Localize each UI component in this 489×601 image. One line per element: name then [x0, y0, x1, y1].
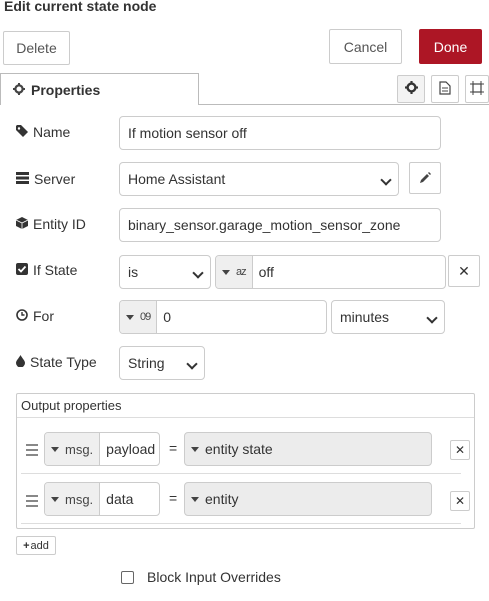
caret-down-icon: [191, 496, 199, 502]
block-input-label: Block Input Overrides: [147, 569, 281, 585]
output-row-type-select[interactable]: msg.: [45, 483, 101, 515]
equals-sign: =: [169, 440, 178, 456]
remove-row-button[interactable]: ✕: [450, 440, 470, 460]
drag-handle-icon[interactable]: [26, 495, 38, 510]
entity-label: Entity ID: [15, 216, 86, 232]
cube-icon: [15, 216, 33, 232]
name-input[interactable]: If motion sensor off: [119, 116, 441, 150]
checkbox-checked-icon: [16, 262, 33, 278]
plus-icon: +: [23, 539, 30, 552]
tab-properties[interactable]: Properties: [0, 73, 199, 105]
output-row-value-select[interactable]: entity: [184, 482, 432, 516]
caret-down-icon: [126, 314, 134, 320]
output-row-property-input[interactable]: msg. data: [44, 482, 160, 516]
add-output-button[interactable]: + add: [16, 536, 56, 555]
for-value: 0: [163, 309, 172, 325]
string-type-icon: az: [236, 266, 247, 278]
close-icon: ✕: [454, 443, 466, 457]
settings-tab-button[interactable]: [397, 75, 425, 103]
close-icon: ✕: [458, 262, 470, 279]
document-icon: [439, 80, 451, 98]
remove-row-button[interactable]: ✕: [450, 491, 470, 511]
server-label: Server: [16, 171, 75, 187]
statetype-select[interactable]: String: [119, 346, 205, 380]
ifstate-value-input[interactable]: az off: [215, 255, 446, 289]
clock-icon: [16, 308, 33, 324]
for-unit-select[interactable]: minutes: [331, 300, 445, 334]
output-row-value-select[interactable]: entity state: [184, 432, 432, 466]
output-row-property-input[interactable]: msg. payload: [44, 432, 160, 466]
server-icon: [16, 171, 34, 187]
tint-icon: [16, 354, 30, 370]
output-properties-panel: Output properties msg. payload = entity …: [16, 393, 475, 529]
cancel-button[interactable]: Cancel: [329, 29, 402, 64]
tab-properties-label: Properties: [31, 81, 101, 98]
gear-icon: [13, 82, 31, 98]
appearance-tab-button[interactable]: [465, 75, 489, 103]
ifstate-type-select[interactable]: az: [216, 256, 253, 288]
gear-icon: [404, 81, 418, 97]
name-label: Name: [16, 124, 70, 140]
equals-sign: =: [169, 490, 178, 506]
row-divider: [21, 473, 461, 474]
block-input-checkbox[interactable]: [121, 571, 134, 584]
row-divider: [21, 523, 461, 524]
caret-down-icon: [222, 269, 230, 275]
statetype-label: State Type: [16, 354, 97, 370]
tag-icon: [16, 124, 33, 140]
edit-server-button[interactable]: [409, 162, 441, 194]
ifstate-value: off: [258, 264, 274, 280]
dialog-title: Edit current state node: [4, 0, 157, 14]
description-tab-button[interactable]: [431, 75, 459, 103]
frame-icon: [470, 80, 484, 98]
server-select[interactable]: Home Assistant: [119, 162, 399, 196]
ifstate-operator-select[interactable]: is: [119, 255, 211, 289]
clear-ifstate-button[interactable]: ✕: [448, 255, 480, 287]
output-row-type-select[interactable]: msg.: [45, 433, 101, 465]
number-type-icon: 09: [140, 311, 151, 323]
done-button[interactable]: Done: [419, 29, 482, 64]
entity-id-input[interactable]: binary_sensor.garage_motion_sensor_zone: [119, 208, 441, 242]
close-icon: ✕: [454, 494, 466, 508]
delete-button[interactable]: Delete: [3, 31, 70, 65]
caret-down-icon: [191, 446, 199, 452]
ifstate-label: If State: [16, 262, 77, 278]
output-properties-title: Output properties: [17, 394, 474, 418]
pencil-icon: [419, 170, 431, 186]
for-label: For: [16, 308, 54, 324]
for-value-input[interactable]: 09 0: [119, 300, 327, 334]
caret-down-icon: [51, 496, 59, 502]
drag-handle-icon[interactable]: [26, 444, 38, 459]
caret-down-icon: [51, 446, 59, 452]
for-type-select[interactable]: 09: [120, 301, 158, 333]
